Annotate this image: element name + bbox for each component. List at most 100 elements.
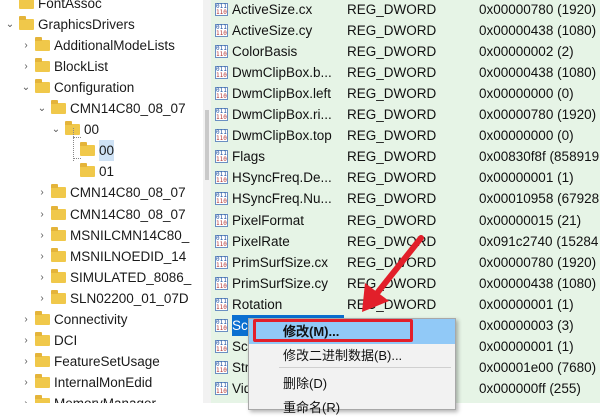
expand-arrow-icon[interactable]: ⌄ <box>51 119 61 140</box>
tree-node[interactable]: › SLN02200_01_07D <box>0 288 202 309</box>
reg-dword-icon <box>215 24 228 38</box>
value-type: REG_DWORD <box>347 2 437 17</box>
tree-node[interactable]: › DCI <box>0 330 202 351</box>
menu-item-rename[interactable]: 重命名(R) <box>249 395 455 420</box>
value-name: DwmClipBox.b... <box>232 65 332 81</box>
tree-node-label: SIMULATED_8086_ <box>70 269 192 285</box>
tree-node[interactable]: › MSNILNOEDID_14 <box>0 246 202 267</box>
folder-icon <box>51 205 66 220</box>
tree-node[interactable]: › InternalMonEdid <box>0 372 202 393</box>
collapse-arrow-icon[interactable]: › <box>37 204 47 225</box>
tree-node[interactable]: › CMN14C80_08_07 <box>0 182 202 203</box>
collapse-arrow-icon[interactable] <box>66 161 76 182</box>
collapse-arrow-icon[interactable]: › <box>21 330 31 351</box>
tree-connector-line <box>73 158 81 159</box>
value-row[interactable]: PrimSurfSize.cx REG_DWORD 0x00000780 (1920… <box>211 252 600 273</box>
collapse-arrow-icon[interactable]: › <box>37 246 47 267</box>
reg-dword-icon <box>215 108 228 122</box>
value-row[interactable]: DwmClipBox.left REG_DWORD 0x00000000 (0) <box>211 83 600 104</box>
value-data: 0x000000ff (255) <box>479 380 581 396</box>
tree-node-label: AdditionalModeLists <box>54 38 175 54</box>
reg-dword-icon <box>215 87 228 101</box>
tree-scrollbar-thumb[interactable] <box>205 110 209 180</box>
value-row[interactable]: PixelFormat REG_DWORD 0x00000015 (21) <box>211 210 600 231</box>
tree-scrollbar[interactable] <box>203 0 211 403</box>
value-row[interactable]: ColorBasis REG_DWORD 0x00000002 (2) <box>211 41 600 62</box>
value-data: 0x00001e00 (7680) <box>479 359 597 375</box>
tree-node[interactable]: › Connectivity <box>0 309 202 330</box>
collapse-arrow-icon[interactable]: › <box>21 35 31 56</box>
expand-arrow-icon[interactable]: ⌄ <box>21 77 31 98</box>
value-name: ActiveSize.cx <box>232 2 313 17</box>
value-name: ActiveSize.cy <box>232 23 313 39</box>
value-name: PixelFormat <box>232 212 305 228</box>
tree-node[interactable]: ⌄ Configuration <box>0 77 202 98</box>
collapse-arrow-icon[interactable]: › <box>37 225 47 246</box>
tree-node[interactable]: › SIMULATED_8086_ <box>0 267 202 288</box>
value-name: DwmClipBox.ri... <box>232 107 332 123</box>
collapse-arrow-icon[interactable]: › <box>37 288 47 309</box>
tree-node[interactable]: › MemoryManager <box>0 393 202 403</box>
tree-node[interactable]: ⌄ 00 <box>0 119 202 140</box>
collapse-arrow-icon[interactable]: › <box>21 393 31 403</box>
value-row[interactable]: DwmClipBox.ri... REG_DWORD 0x00000780 (192… <box>211 104 600 125</box>
value-data: 0x091c2740 (15284 <box>479 233 599 249</box>
registry-tree[interactable]: FontAssoc ⌄ GraphicsDrivers › AdditionalMode… <box>0 0 202 403</box>
value-data: 0x00000002 (2) <box>479 44 574 60</box>
reg-dword-icon <box>215 318 228 332</box>
collapse-arrow-icon[interactable]: › <box>37 267 47 288</box>
collapse-arrow-icon[interactable] <box>5 0 15 14</box>
tree-node[interactable]: 01 <box>0 161 202 182</box>
value-name: ColorBasis <box>232 44 298 60</box>
reg-dword-icon <box>215 339 228 353</box>
value-name: PixelRate <box>232 233 290 249</box>
value-data: 0x00000780 (1920) <box>479 254 597 270</box>
tree-node[interactable]: ⌄ GraphicsDrivers <box>0 14 202 35</box>
expand-arrow-icon[interactable]: ⌄ <box>37 98 47 119</box>
value-row[interactable]: HSyncFreq.Nu... REG_DWORD 0x00010958 (6792… <box>211 188 600 209</box>
tree-node[interactable]: › BlockList <box>0 56 202 77</box>
reg-dword-icon <box>215 45 228 59</box>
value-row[interactable]: DwmClipBox.top REG_DWORD 0x00000000 (0) <box>211 125 600 146</box>
value-row[interactable]: DwmClipBox.b... REG_DWORD 0x00000438 (1080… <box>211 62 600 83</box>
collapse-arrow-icon[interactable]: › <box>21 351 31 372</box>
collapse-arrow-icon[interactable]: › <box>21 56 31 77</box>
value-type: REG_DWORD <box>347 275 437 291</box>
tree-node[interactable]: 00 <box>0 140 202 162</box>
value-row[interactable]: HSyncFreq.De... REG_DWORD 0x00000001 (1) <box>211 167 600 188</box>
value-row[interactable]: Flags REG_DWORD 0x00830f8f (858919 <box>211 146 600 167</box>
value-name: HSyncFreq.Nu... <box>232 191 332 207</box>
folder-icon <box>51 184 66 199</box>
reg-dword-icon <box>215 66 228 80</box>
value-type: REG_DWORD <box>347 233 437 249</box>
menu-item-modify-binary[interactable]: 修改二进制数据(B)... <box>249 343 455 368</box>
value-type: REG_DWORD <box>347 170 437 186</box>
value-row[interactable]: PixelRate REG_DWORD 0x091c2740 (15284 <box>211 231 600 252</box>
reg-dword-icon <box>215 129 228 143</box>
tree-connector-line <box>73 137 81 138</box>
tree-node-label: 00 <box>99 140 115 162</box>
tree-node[interactable]: › CMN14C80_08_07 <box>0 204 202 225</box>
tree-node-label: 01 <box>99 164 115 180</box>
tree-node[interactable]: › MSNILCMN14C80_ <box>0 225 202 246</box>
menu-item-delete[interactable]: 删除(D) <box>249 371 455 396</box>
folder-icon <box>51 100 66 115</box>
value-row[interactable]: PrimSurfSize.cy REG_DWORD 0x00000438 (1080… <box>211 273 600 294</box>
expand-arrow-icon[interactable]: ⌄ <box>5 14 15 35</box>
tree-node[interactable]: › FeatureSetUsage <box>0 351 202 372</box>
collapse-arrow-icon[interactable]: › <box>37 182 47 203</box>
tree-node[interactable]: ⌄ CMN14C80_08_07 <box>0 98 202 119</box>
collapse-arrow-icon[interactable]: › <box>21 309 31 330</box>
reg-dword-icon <box>215 213 228 227</box>
tree-node[interactable]: › AdditionalModeLists <box>0 35 202 56</box>
value-row[interactable]: ActiveSize.cy REG_DWORD 0x00000438 (1080) <box>211 20 600 41</box>
tree-connector-line <box>73 128 74 161</box>
value-row[interactable]: ActiveSize.cx REG_DWORD 0x00000780 (1920) <box>211 0 600 20</box>
value-type: REG_DWORD <box>347 65 437 81</box>
value-row[interactable]: Rotation REG_DWORD 0x00000001 (1) <box>211 294 600 315</box>
tree-node[interactable]: FontAssoc <box>0 0 202 14</box>
folder-icon <box>35 352 50 367</box>
value-data: 0x00000001 (1) <box>479 170 574 186</box>
collapse-arrow-icon[interactable]: › <box>21 372 31 393</box>
folder-icon <box>35 373 50 388</box>
